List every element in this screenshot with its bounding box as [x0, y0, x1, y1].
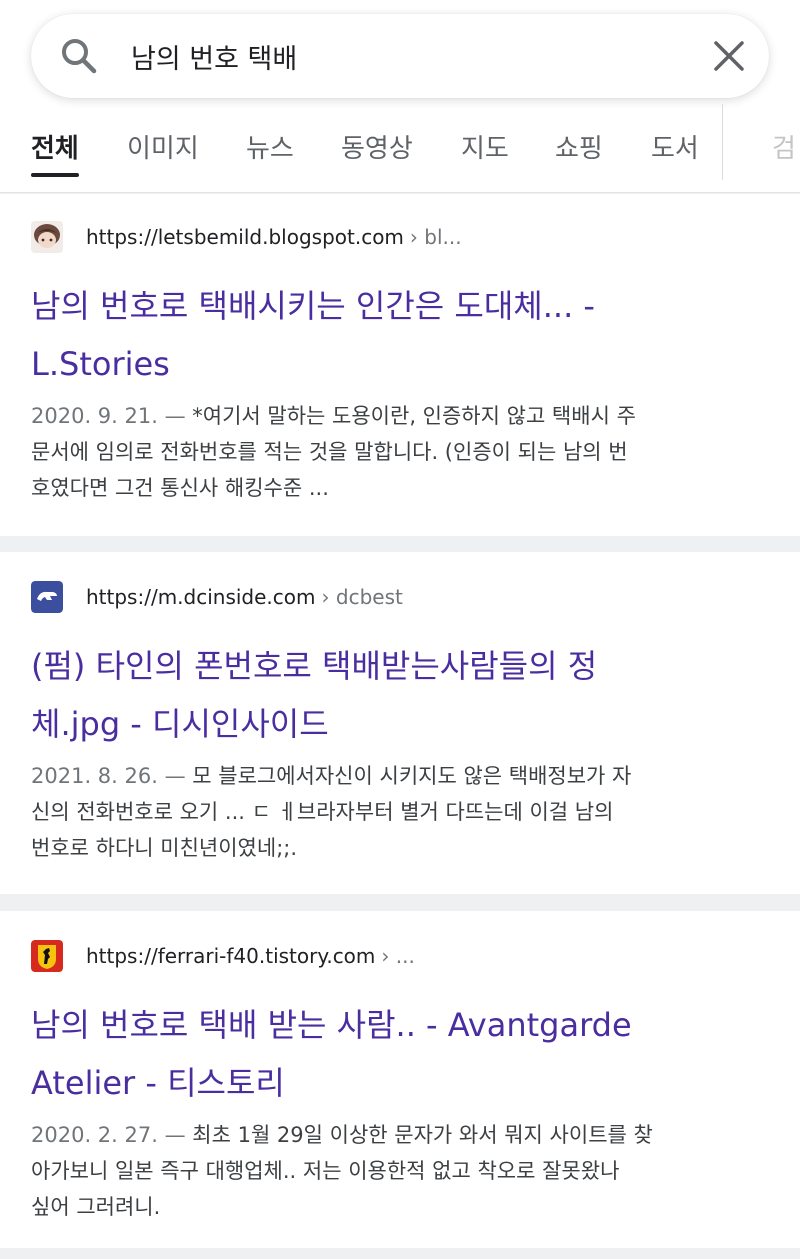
- result-snippet: 2021. 8. 26. — 모 블로그에서자신이 시키지도 않은 택배정보가 …: [31, 758, 771, 866]
- result-source[interactable]: https://m.dcinside.com › dcbest: [31, 580, 403, 614]
- ferrari-logo-icon: [31, 940, 63, 972]
- result-breadcrumb: › dcbest: [321, 585, 403, 609]
- result-date: 2021. 8. 26. —: [31, 764, 186, 788]
- search-result: https://ferrari-f40.tistory.com › ... 남의…: [0, 911, 800, 1248]
- result-date: 2020. 2. 27. —: [31, 1123, 186, 1147]
- search-input[interactable]: [131, 30, 691, 82]
- result-snippet: 2020. 9. 21. — *여기서 말하는 도용이란, 인증하지 않고 택배…: [31, 398, 771, 506]
- search-result: https://m.dcinside.com › dcbest (펌) 타인의 …: [0, 552, 800, 894]
- result-title-line: 체.jpg - 디시인사이드: [31, 705, 329, 743]
- result-title-line: (펌) 타인의 폰번호로 택배받는사람들의 정: [31, 647, 598, 685]
- search-box[interactable]: [31, 14, 769, 98]
- snippet-text: 신의 전화번호로 오기 ... ㄷ ㅔ브라자부터 별거 다뜨는데 이걸 남의: [31, 800, 614, 824]
- result-url: https://letsbemild.blogspot.com: [86, 225, 404, 249]
- search-header: 전체 이미지 뉴스 동영상 지도 쇼핑 도서 검: [0, 0, 800, 193]
- snippet-text: 아가보니 일본 즉구 대행업체.. 저는 이용한적 없고 착오로 잘못왔나: [31, 1159, 620, 1183]
- result-date: 2020. 9. 21. —: [31, 404, 186, 428]
- result-breadcrumb: › bl...: [409, 225, 462, 249]
- result-snippet: 2020. 2. 27. — 최초 1월 29일 이상한 문자가 와서 뭐지 사…: [31, 1117, 771, 1225]
- dcinside-logo-icon: [31, 581, 63, 613]
- snippet-text: 문서에 임의로 전화번호를 적는 것을 말합니다. (인증이 되는 남의 번: [31, 440, 628, 464]
- result-breadcrumb: › ...: [381, 944, 415, 968]
- tab-maps[interactable]: 지도: [461, 128, 509, 165]
- snippet-text: 번호로 하다니 미친년이였네;;.: [31, 836, 298, 860]
- result-source[interactable]: https://letsbemild.blogspot.com › bl...: [31, 220, 462, 254]
- result-title-link[interactable]: 남의 번호로 택배시키는 인간은 도대체... - L.Stories: [31, 277, 771, 393]
- tab-videos[interactable]: 동영상: [341, 128, 413, 165]
- result-title-line: 남의 번호로 택배시키는 인간은 도대체... -: [31, 287, 595, 325]
- tab-active-indicator: [31, 173, 79, 177]
- tab-divider: [722, 104, 723, 180]
- result-title-link[interactable]: (펌) 타인의 폰번호로 택배받는사람들의 정 체.jpg - 디시인사이드: [31, 637, 771, 753]
- snippet-text: 호였다면 그건 통신사 해킹수준 ...: [31, 476, 329, 500]
- result-title-line: Atelier - 티스토리: [31, 1064, 285, 1102]
- result-title-line: 남의 번호로 택배 받는 사람.. - Avantgarde: [31, 1006, 632, 1044]
- result-url: https://m.dcinside.com: [86, 585, 316, 609]
- result-title-line: L.Stories: [31, 345, 170, 383]
- snippet-text: 싶어 그러려니.: [31, 1195, 161, 1219]
- snippet-text: *여기서 말하는 도용이란, 인증하지 않고 택배시 주: [192, 404, 636, 428]
- blog-avatar-icon: [31, 221, 63, 253]
- close-icon[interactable]: [711, 38, 747, 74]
- search-icon[interactable]: [59, 36, 99, 76]
- tab-shopping[interactable]: 쇼핑: [555, 128, 603, 165]
- search-result: https://letsbemild.blogspot.com › bl... …: [0, 194, 800, 536]
- result-title-link[interactable]: 남의 번호로 택배 받는 사람.. - Avantgarde Atelier -…: [31, 996, 771, 1112]
- tab-news[interactable]: 뉴스: [246, 128, 294, 165]
- result-source[interactable]: https://ferrari-f40.tistory.com › ...: [31, 939, 415, 973]
- search-tabs: 전체 이미지 뉴스 동영상 지도 쇼핑 도서 검: [0, 104, 800, 193]
- tab-all[interactable]: 전체: [31, 128, 79, 165]
- result-url: https://ferrari-f40.tistory.com: [86, 944, 376, 968]
- snippet-text: 최초 1월 29일 이상한 문자가 와서 뭐지 사이트를 찾: [192, 1123, 653, 1147]
- tab-images[interactable]: 이미지: [127, 128, 199, 165]
- tab-books[interactable]: 도서: [651, 128, 699, 165]
- tab-search-tools[interactable]: 검: [772, 128, 796, 165]
- snippet-text: 모 블로그에서자신이 시키지도 않은 택배정보가 자: [192, 764, 632, 788]
